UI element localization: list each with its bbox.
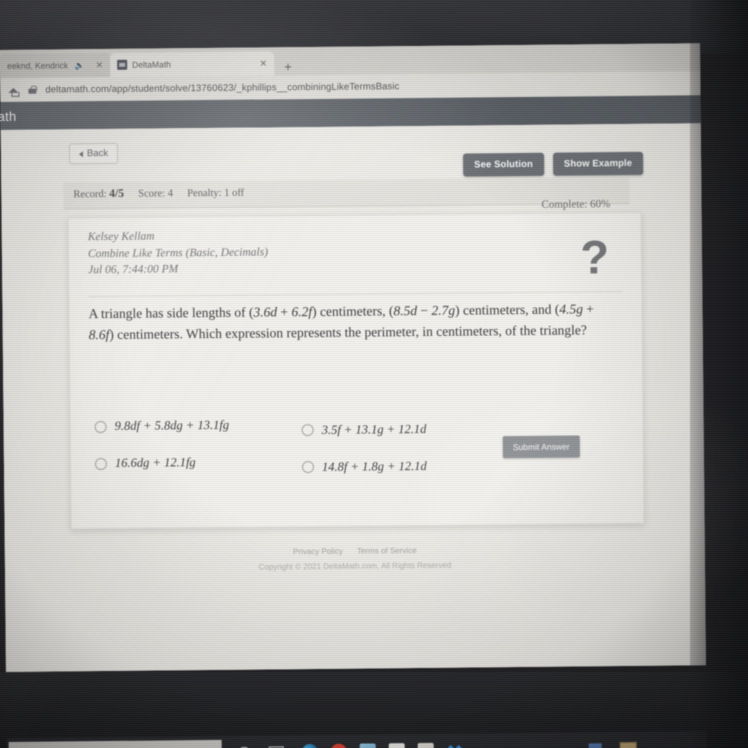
question-card: Kelsey Kellam Combine Like Terms (Basic,… bbox=[67, 211, 645, 530]
penalty-label: Penalty: bbox=[187, 187, 222, 200]
score-value: 4 bbox=[167, 188, 173, 200]
record-summary: Record: 4/5 Score: 4 Penalty: 1 off bbox=[73, 187, 244, 201]
assignment-title: Combine Like Terms (Basic, Decimals) bbox=[87, 246, 269, 260]
privacy-policy-link[interactable]: Privacy Policy bbox=[293, 547, 343, 556]
record-value: 4/5 bbox=[109, 187, 125, 200]
browser-tab-inactive[interactable]: eeknd, Kendrick L... 🔈 ✕ bbox=[0, 52, 111, 78]
taskbar-app-icons: a › bbox=[301, 742, 492, 748]
radio-icon[interactable] bbox=[94, 457, 108, 470]
speaker-icon[interactable]: 🔈 bbox=[75, 61, 85, 70]
question-prompt: A triangle has side lengths of (3.6d + 6… bbox=[88, 299, 608, 346]
math-term: 3.6d bbox=[253, 304, 278, 320]
penalty-value: 1 off bbox=[224, 187, 245, 199]
radio-icon[interactable] bbox=[301, 424, 314, 437]
math-term: 8.6f bbox=[88, 326, 110, 343]
blue-app-icon[interactable] bbox=[588, 742, 602, 748]
back-button-row: Back bbox=[68, 142, 119, 165]
dropbox-icon[interactable] bbox=[447, 743, 463, 748]
browser-tab-active[interactable]: DeltaMath ✕ bbox=[110, 51, 275, 77]
home-icon[interactable] bbox=[8, 84, 19, 95]
prompt-text: + bbox=[582, 301, 594, 317]
answer-choice-label: 16.6dg + 12.1fg bbox=[114, 455, 196, 470]
chrome-icon[interactable] bbox=[330, 743, 347, 748]
back-button-label: Back bbox=[86, 147, 109, 160]
store-icon[interactable] bbox=[417, 742, 434, 748]
prompt-text: ) centimeters, and ( bbox=[455, 301, 560, 318]
answer-choice-b[interactable]: 3.5f + 13.1g + 12.1d bbox=[301, 421, 509, 438]
edge-icon[interactable] bbox=[301, 743, 318, 748]
back-button[interactable]: Back bbox=[68, 142, 119, 165]
yellow-app-icon[interactable] bbox=[619, 741, 637, 748]
chevron-app-icon[interactable]: › bbox=[476, 742, 492, 748]
prompt-text: ) centimeters. Which expression represen… bbox=[109, 322, 587, 342]
show-example-button[interactable]: Show Example bbox=[552, 151, 644, 176]
lock-icon bbox=[28, 85, 36, 94]
browser-tab-title: eeknd, Kendrick L... bbox=[7, 60, 70, 71]
see-solution-button[interactable]: See Solution bbox=[463, 152, 544, 177]
complete-percentage: Complete: 60% bbox=[541, 198, 611, 211]
taskbar-right-icons bbox=[588, 741, 637, 748]
prompt-text: − bbox=[417, 302, 432, 319]
amazon-icon[interactable]: a bbox=[388, 743, 405, 748]
deltamath-brand[interactable]: Math bbox=[0, 108, 16, 123]
record-label: Record: bbox=[73, 188, 107, 201]
answer-choice-label: 9.8df + 5.8dg + 13.1fg bbox=[114, 417, 230, 433]
question-mark-icon[interactable]: ? bbox=[580, 230, 609, 283]
student-name: Kelsey Kellam bbox=[87, 230, 155, 244]
laptop-screen: eeknd, Kendrick L... 🔈 ✕ DeltaMath ✕ + d… bbox=[0, 43, 707, 748]
math-term: 4.5g bbox=[559, 301, 583, 317]
math-term: 2.7g bbox=[431, 302, 456, 318]
question-meta: Kelsey Kellam Combine Like Terms (Basic,… bbox=[88, 227, 269, 279]
address-bar-url[interactable]: deltamath.com/app/student/solve/13760623… bbox=[45, 81, 399, 95]
divider bbox=[88, 291, 623, 298]
assignment-timestamp: Jul 06, 7:44:00 PM bbox=[88, 263, 179, 277]
terms-of-service-link[interactable]: Terms of Service bbox=[357, 546, 417, 556]
answer-choice-label: 14.8f + 1.8g + 12.1d bbox=[321, 458, 427, 474]
submit-answer-button[interactable]: Submit Answer bbox=[502, 435, 580, 459]
math-term: 8.5d bbox=[393, 303, 418, 319]
photos-icon[interactable] bbox=[359, 743, 376, 748]
radio-icon[interactable] bbox=[94, 420, 107, 433]
score-label: Score: bbox=[138, 188, 166, 200]
footer-links: Privacy Policy Terms of Service bbox=[5, 543, 705, 559]
answer-choice-d[interactable]: 14.8f + 1.8g + 12.1d bbox=[301, 458, 509, 475]
answer-choice-c[interactable]: 16.6dg + 12.1fg bbox=[94, 454, 302, 471]
prompt-text: + bbox=[277, 304, 292, 320]
deltamath-favicon bbox=[117, 59, 128, 70]
photo-of-laptop-screen: eeknd, Kendrick L... 🔈 ✕ DeltaMath ✕ + d… bbox=[0, 0, 748, 748]
close-icon[interactable]: ✕ bbox=[90, 60, 104, 71]
taskbar-search-input[interactable]: Type here to search bbox=[8, 739, 222, 748]
chevron-left-icon bbox=[78, 150, 84, 157]
close-icon[interactable]: ✕ bbox=[254, 58, 268, 69]
answer-choice-a[interactable]: 9.8df + 5.8dg + 13.1fg bbox=[94, 417, 302, 434]
new-tab-button[interactable]: + bbox=[274, 59, 300, 75]
prompt-text: A triangle has side lengths of ( bbox=[88, 304, 254, 322]
deltamath-page: Back See Solution Show Example Record: 4… bbox=[0, 123, 707, 748]
footer-copyright: Copyright © 2021 DeltaMath.com, All Righ… bbox=[258, 560, 452, 572]
math-term: 6.2f bbox=[291, 304, 313, 320]
answer-choice-label: 3.5f + 13.1g + 12.1d bbox=[321, 421, 427, 437]
problem-action-buttons: See Solution Show Example bbox=[463, 151, 644, 177]
prompt-text: ) centimeters, ( bbox=[312, 303, 394, 320]
radio-icon[interactable] bbox=[301, 461, 315, 474]
browser-tab-title: DeltaMath bbox=[132, 59, 171, 70]
answer-choices: 9.8df + 5.8dg + 13.1fg 3.5f + 13.1g + 12… bbox=[94, 404, 525, 482]
